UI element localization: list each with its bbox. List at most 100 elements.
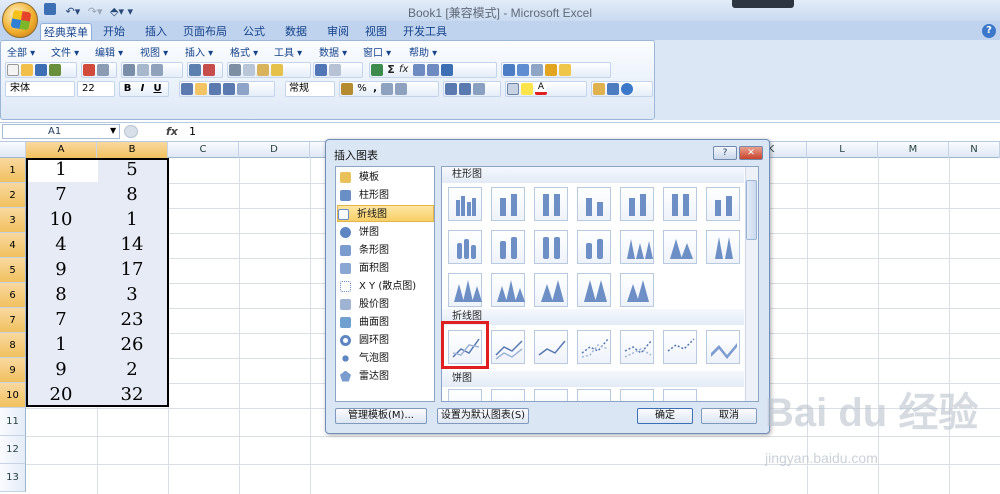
formula-zoom-icon[interactable] (124, 125, 138, 138)
permission-icon[interactable] (49, 64, 61, 76)
italic-button[interactable]: I (135, 82, 150, 96)
menu-window[interactable]: 窗口 ▾ (363, 44, 391, 59)
align-right-icon[interactable] (209, 83, 221, 95)
chart-type-templates[interactable]: 模板 (340, 169, 434, 186)
chart-type-bubble[interactable]: 气泡图 (340, 350, 434, 367)
copy-icon[interactable] (243, 64, 255, 76)
chart-wizard-icon[interactable] (503, 64, 515, 76)
justify-icon[interactable] (223, 83, 235, 95)
chart-thumb-100-stacked-line[interactable] (534, 330, 568, 364)
drawing-icon[interactable] (559, 64, 571, 76)
research-icon[interactable] (151, 64, 163, 76)
increase-indent-icon[interactable] (459, 83, 471, 95)
chart-thumb-3d-100-column[interactable] (663, 187, 697, 221)
cell-a6[interactable]: 8 (26, 284, 96, 305)
decrease-indent-icon[interactable] (445, 83, 457, 95)
col-header-a[interactable]: A (26, 142, 97, 158)
chart-type-radar[interactable]: 雷达图 (340, 368, 434, 385)
row-header-13[interactable]: 13 (0, 464, 26, 492)
tab-review[interactable]: 审阅 (320, 23, 356, 41)
help-icon[interactable]: ? (982, 24, 996, 38)
chart-thumb-3d-clustered-column[interactable] (577, 187, 611, 221)
tab-home[interactable]: 开始 (96, 23, 132, 41)
cell-a7[interactable]: 7 (26, 309, 96, 330)
cell-b3[interactable]: 1 (97, 209, 167, 230)
print-icon[interactable] (123, 64, 135, 76)
chart-thumb-3d-exploded-pie[interactable] (620, 389, 654, 401)
table-icon[interactable] (531, 64, 543, 76)
font-name-select[interactable]: 宋体 (5, 81, 75, 97)
shapes-icon[interactable] (545, 64, 557, 76)
chart-thumb-100-stacked-cylinder[interactable] (534, 230, 568, 264)
chart-thumb-clustered-pyramid[interactable] (491, 273, 525, 307)
col-header-l[interactable]: L (807, 142, 878, 158)
chart-thumb-3d-cylinder[interactable] (577, 230, 611, 264)
name-box[interactable]: A1 (2, 124, 120, 139)
research-icon-2[interactable] (593, 83, 605, 95)
new-icon[interactable] (7, 64, 19, 76)
decrease-decimal-icon[interactable] (395, 83, 408, 95)
currency-icon[interactable] (341, 83, 353, 95)
chart-thumb-clustered-cylinder[interactable] (448, 230, 482, 264)
name-box-dropdown-icon[interactable]: ▼ (110, 126, 116, 135)
chart-thumb-100-stacked-cone[interactable] (706, 230, 740, 264)
office-button[interactable] (2, 2, 38, 38)
tab-view[interactable]: 视图 (358, 23, 394, 41)
col-header-m[interactable]: M (878, 142, 949, 158)
dialog-help-button[interactable]: ? (713, 146, 737, 160)
hyperlink-icon[interactable] (371, 64, 383, 76)
cell-a10[interactable]: 20 (26, 384, 96, 405)
format-painter-icon[interactable] (271, 64, 283, 76)
col-header-b[interactable]: B (97, 142, 168, 158)
tab-classic-menu[interactable]: 经典菜单 (40, 23, 92, 41)
chart-thumb-3d-cone[interactable] (448, 273, 482, 307)
set-default-chart-button[interactable]: 设置为默认图表(S) (437, 408, 529, 424)
chart-thumb-clustered-cone[interactable] (620, 230, 654, 264)
row-header-3[interactable]: 3 (0, 208, 26, 233)
dialog-close-button[interactable]: ✕ (739, 146, 763, 160)
chart-type-line[interactable]: 折线图 (337, 205, 434, 222)
increase-decimal-icon[interactable] (381, 83, 394, 95)
row-header-4[interactable]: 4 (0, 233, 26, 258)
chart-thumb-clustered-column[interactable] (448, 187, 482, 221)
function-icon[interactable]: fx (399, 64, 411, 76)
cell-b7[interactable]: 23 (97, 309, 167, 330)
number-format-select[interactable]: 常规 (285, 81, 335, 97)
cell-a5[interactable]: 9 (26, 259, 96, 280)
tab-page-layout[interactable]: 页面布局 (180, 23, 230, 41)
cell-a2[interactable]: 7 (26, 184, 96, 205)
chart-type-pie[interactable]: 饼图 (340, 224, 434, 241)
gallery-scrollbar-thumb[interactable] (746, 180, 757, 240)
redo-icon[interactable] (329, 64, 341, 76)
menu-file[interactable]: 文件 ▾ (51, 44, 79, 59)
row-header-5[interactable]: 5 (0, 258, 26, 283)
cell-b4[interactable]: 14 (97, 234, 167, 255)
chart-thumb-3d-pie[interactable] (491, 389, 525, 401)
row-header-8[interactable]: 8 (0, 333, 26, 358)
col-header-d[interactable]: D (239, 142, 310, 158)
align-left-icon[interactable] (181, 83, 193, 95)
chart-type-bar[interactable]: 条形图 (340, 242, 434, 259)
cell-b1[interactable]: 5 (97, 159, 167, 180)
chart-thumb-pie[interactable] (448, 389, 482, 401)
chart-thumb-3d-column[interactable] (706, 187, 740, 221)
cell-a8[interactable]: 1 (26, 334, 96, 355)
chart-thumb-stacked-pyramid[interactable] (534, 273, 568, 307)
chart-thumb-pie-of-pie[interactable] (534, 389, 568, 401)
chart-thumb-3d-line[interactable] (706, 330, 740, 364)
cell-b10[interactable]: 32 (97, 384, 167, 405)
cell-a3[interactable]: 10 (26, 209, 96, 230)
cancel-button[interactable]: 取消 (701, 408, 757, 424)
row-header-11[interactable]: 11 (0, 408, 26, 436)
cell-a9[interactable]: 9 (26, 359, 96, 380)
row-header-1[interactable]: 1 (0, 158, 26, 183)
tab-insert[interactable]: 插入 (138, 23, 174, 41)
cell-b9[interactable]: 2 (97, 359, 167, 380)
cell-a4[interactable]: 4 (26, 234, 96, 255)
chart-thumb-exploded-pie[interactable] (577, 389, 611, 401)
font-size-select[interactable]: 22 (77, 81, 115, 97)
row-header-2[interactable]: 2 (0, 183, 26, 208)
pdf-icon[interactable] (83, 64, 95, 76)
row-header-10[interactable]: 10 (0, 383, 26, 408)
chart-thumb-line-markers[interactable] (577, 330, 611, 364)
